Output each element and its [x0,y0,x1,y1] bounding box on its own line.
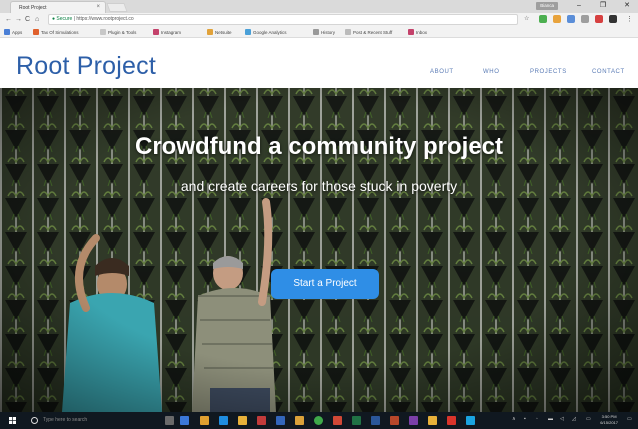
tray-icon[interactable]: ▪ [524,416,526,422]
profile-badge[interactable]: Bianca [536,2,558,10]
close-window-icon[interactable]: ✕ [620,0,634,12]
tab-title: Root Project [19,5,47,11]
reload-icon[interactable]: C [25,15,30,24]
browser-toolbar: ← → C ⌂ ● Secure | https://www.rootproje… [0,13,638,27]
new-tab-button[interactable] [106,3,128,12]
hero-section: Crowdfund a community project and create… [0,88,638,412]
url-value: https://www.rootproject.co [76,16,134,22]
network-icon[interactable]: ◿ [572,416,576,422]
minimize-icon[interactable]: – [572,0,586,12]
spotify-icon[interactable] [314,416,323,425]
edge-icon[interactable] [219,416,228,425]
extension-drive-icon[interactable] [539,15,547,23]
windows-start-icon[interactable] [9,417,16,424]
bookmark-item[interactable]: Tax Of Simulations [33,29,79,36]
tray-icon[interactable]: ◦ [536,416,538,422]
bookmark-item[interactable]: History [313,29,335,36]
taskbar-app-icon[interactable] [257,416,266,425]
history-icon [313,29,319,35]
notification-icon[interactable]: ▭ [627,416,632,422]
forward-arrow-icon[interactable]: → [15,15,22,24]
extension-docs-icon[interactable] [567,15,575,23]
file-explorer-icon[interactable] [295,416,304,425]
powerpoint-icon[interactable] [390,416,399,425]
bookmarks-bar: Apps Tax Of Simulations Plugin & Tools I… [0,27,638,38]
extension-mail-icon[interactable] [595,15,603,23]
start-project-button[interactable]: Start a Project [271,269,379,299]
keyboard-icon[interactable]: ▭ [586,416,591,422]
task-view-icon[interactable] [165,416,174,425]
secure-label: Secure [56,16,73,22]
tray-overflow-icon[interactable]: ∧ [512,416,516,422]
bookmark-item[interactable]: Plugin & Tools [100,29,136,36]
nav-contact[interactable]: CONTACT [592,69,625,75]
word-icon[interactable] [371,416,380,425]
hero-subtitle: and create careers for those stuck in po… [180,178,458,194]
taskbar-app-icon[interactable] [200,416,209,425]
taskbar-app-icon[interactable] [409,416,418,425]
taskbar-app-icon[interactable] [180,416,189,425]
site-header: Root Project ABOUT WHO PROJECTS CONTACT [0,38,638,88]
address-bar[interactable]: ● Secure | https://www.rootproject.co [48,14,518,25]
volume-icon[interactable]: ◁ [560,416,564,422]
excel-icon[interactable] [352,416,361,425]
bookmark-apps[interactable]: Apps [4,29,22,36]
nav-about[interactable]: ABOUT [430,69,454,75]
bookmark-icon [33,29,39,35]
bookmark-item[interactable]: Inbox [408,29,427,36]
tab-close-icon[interactable]: × [96,4,100,10]
taskbar-app-icon[interactable] [447,416,456,425]
browser-tab[interactable]: Root Project × [10,1,106,13]
skype-icon[interactable] [466,416,475,425]
search-icon[interactable] [31,417,38,424]
battery-icon[interactable]: ▬ [548,416,553,422]
bookmark-icon [100,29,106,35]
clock-date: 6/15/2017 [600,420,618,425]
bookmark-item[interactable]: Netsuite [207,29,232,36]
site-logo[interactable]: Root Project [16,52,156,81]
bookmark-icon [245,29,251,35]
extension-translate-icon[interactable] [609,15,617,23]
maximize-icon[interactable]: ❐ [596,0,610,12]
mail-icon [408,29,414,35]
browser-tab-strip: Root Project × Bianca – ❐ ✕ [0,0,638,13]
hero-title: Crowdfund a community project [134,133,503,160]
bookmark-item[interactable]: Post & Recent Stuff [345,29,392,36]
bookmark-item[interactable]: Google Analytics [245,29,287,36]
taskbar-app-icon[interactable] [428,416,437,425]
nav-who[interactable]: WHO [483,69,499,75]
bookmark-icon [153,29,159,35]
bookmark-item[interactable]: Instagram [153,29,181,36]
apps-icon [4,29,10,35]
windows-taskbar: Type here to search ∧ ▪ ◦ ▬ ◁ ◿ ▭ 3:50 P… [0,412,638,429]
taskbar-app-icon[interactable] [276,416,285,425]
menu-icon[interactable]: ⋮ [626,15,633,24]
extension-camera-icon[interactable] [581,15,589,23]
extension-shield-icon[interactable] [553,15,561,23]
chrome-icon[interactable] [238,416,247,425]
bookmark-icon [345,29,351,35]
taskbar-app-icon[interactable] [333,416,342,425]
taskbar-clock[interactable]: 3:50 PM 6/15/2017 [600,414,618,426]
bookmark-icon [207,29,213,35]
back-arrow-icon[interactable]: ← [5,15,12,24]
star-icon[interactable]: ☆ [524,15,529,24]
taskbar-search-input[interactable]: Type here to search [43,417,87,423]
nav-projects[interactable]: PROJECTS [530,69,567,75]
home-icon[interactable]: ⌂ [35,15,39,24]
